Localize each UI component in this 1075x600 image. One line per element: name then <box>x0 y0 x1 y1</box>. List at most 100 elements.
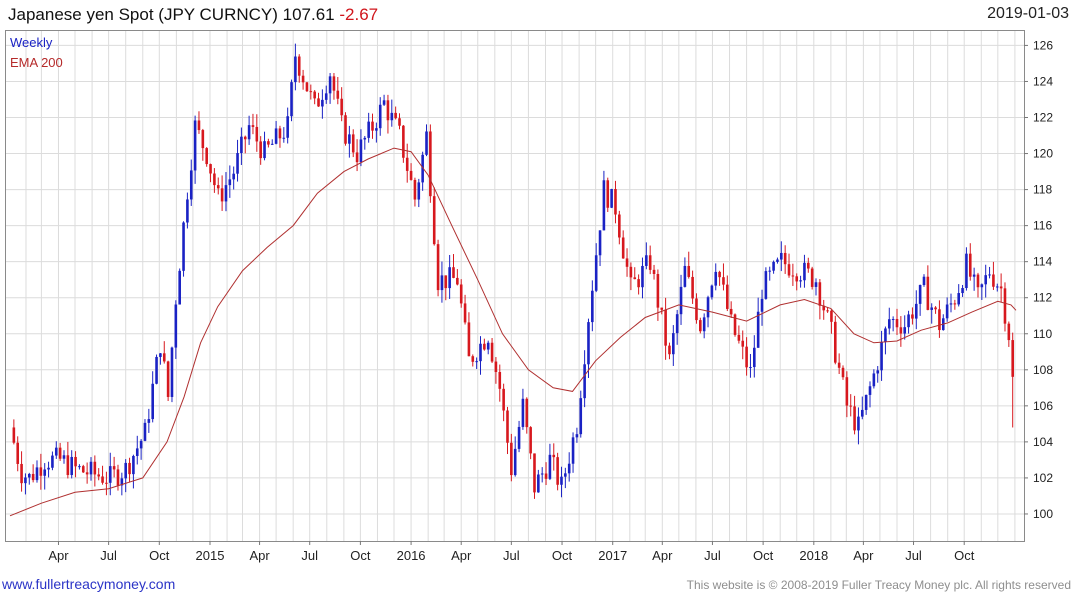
candle-body <box>718 271 721 278</box>
candle-body <box>170 347 174 397</box>
candle-body <box>232 173 235 180</box>
candle-body <box>35 467 39 481</box>
candle-body <box>1007 323 1011 341</box>
y-tick-label: 110 <box>1033 327 1052 341</box>
candle-body <box>999 286 1003 289</box>
candle-body <box>471 356 475 362</box>
candle-body <box>216 185 220 189</box>
candle-body <box>567 463 571 474</box>
candle-body <box>224 185 228 202</box>
candle-body <box>965 253 968 289</box>
candle-body <box>926 276 930 310</box>
candle-body <box>402 125 405 158</box>
candle-body <box>675 314 679 334</box>
candle-body <box>182 222 185 271</box>
candle-body <box>31 473 35 481</box>
candle-body <box>290 82 293 117</box>
x-tick-label: Oct <box>149 548 170 563</box>
site-link[interactable]: www.fullertreacymoney.com <box>2 576 175 592</box>
x-tick-label: Jul <box>704 548 721 563</box>
candle-body <box>529 427 532 454</box>
candle-body <box>178 270 181 305</box>
candle-body <box>297 56 301 76</box>
candle-body <box>814 282 818 287</box>
candle-body <box>803 262 806 281</box>
candle-body <box>579 398 583 435</box>
candle-body <box>66 455 70 476</box>
candle-body <box>213 173 216 186</box>
candle-body <box>510 442 513 476</box>
candle-body <box>270 143 274 145</box>
candle-body <box>679 286 683 315</box>
candle-body <box>494 361 498 373</box>
y-tick-label: 102 <box>1033 471 1053 485</box>
x-tick-label: Oct <box>350 548 371 563</box>
candle-body <box>911 314 914 319</box>
candle-body <box>436 244 440 291</box>
candle-body <box>405 157 409 171</box>
candle-body <box>286 116 289 138</box>
candle-body <box>702 317 706 332</box>
candle-body <box>155 356 158 384</box>
candle-body <box>93 461 97 475</box>
candle-body <box>101 476 104 483</box>
candle-body <box>483 343 486 350</box>
candle-body <box>452 267 455 278</box>
candle-body <box>884 328 887 343</box>
candle-body <box>737 334 741 341</box>
price-chart: 100 102 104 106 108 110 112 114 116 118 120 122 124 1… <box>6 31 1053 563</box>
candle-body <box>780 252 783 260</box>
candle-body <box>749 367 752 369</box>
x-tick-label: Oct <box>552 548 573 563</box>
candle-body <box>934 307 937 310</box>
candle-body <box>479 343 482 362</box>
candle-body <box>490 342 494 362</box>
x-tick-label: 2016 <box>397 548 426 563</box>
candle-body <box>336 90 340 99</box>
candle-body <box>20 463 23 484</box>
x-tick-label: Jul <box>100 548 117 563</box>
candle-body <box>710 285 714 298</box>
candle-body <box>228 179 232 186</box>
candle-body <box>660 307 664 310</box>
candle-body <box>159 353 162 357</box>
candle-body <box>768 270 772 272</box>
candle-body <box>255 126 259 142</box>
candle-body <box>174 304 178 348</box>
candle-body <box>24 477 27 484</box>
candle-body <box>112 466 116 470</box>
candle-body <box>348 134 351 144</box>
candle-body <box>992 274 995 287</box>
candle-body <box>189 170 193 200</box>
candle-body <box>810 268 814 287</box>
candle-body <box>301 75 305 83</box>
candle-body <box>953 303 957 305</box>
candle-body <box>367 121 370 138</box>
candle-body <box>972 274 976 277</box>
candle-body <box>664 309 667 346</box>
candle-body <box>957 293 961 305</box>
x-tick-label: 2017 <box>598 548 627 563</box>
candle-body <box>891 319 895 321</box>
candle-body <box>39 467 43 476</box>
candle-body <box>371 121 374 131</box>
y-tick-label: 122 <box>1033 111 1053 125</box>
candle-body <box>16 442 20 464</box>
candle-body <box>108 466 112 483</box>
x-tick-label: Oct <box>954 548 975 563</box>
candle-body <box>344 115 347 144</box>
candle-body <box>51 455 54 468</box>
candle-body <box>899 327 903 334</box>
candle-body <box>895 319 899 328</box>
candle-body <box>706 297 710 318</box>
candle-body <box>429 131 432 197</box>
chart-legend: Weekly EMA 200 <box>10 33 63 73</box>
candle-body <box>614 189 617 215</box>
candle-body <box>74 456 77 467</box>
candle-body <box>968 253 972 277</box>
candle-body <box>81 466 85 473</box>
candle-body <box>961 288 964 294</box>
x-tick-label: Apr <box>853 548 874 563</box>
y-tick-label: 112 <box>1033 291 1052 305</box>
candle-body <box>390 112 394 121</box>
